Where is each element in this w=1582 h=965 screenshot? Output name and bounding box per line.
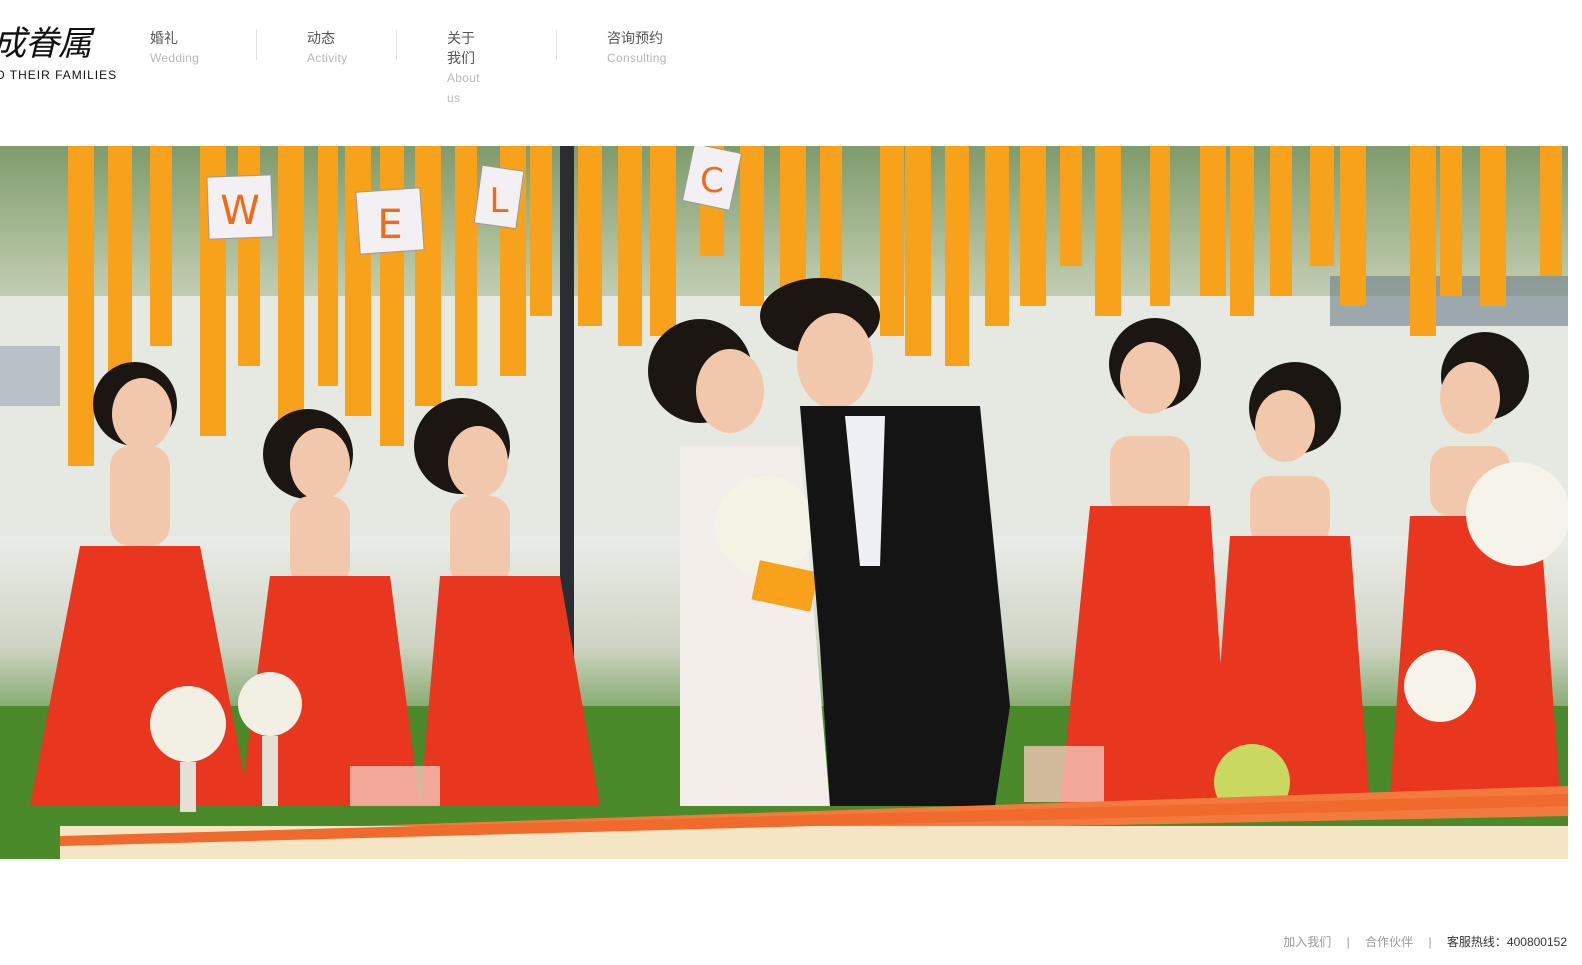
nav-item-about[interactable]: 关于我们 About us [447,28,480,105]
banner-letter: C [700,161,724,201]
footer-link-partners[interactable]: 合作伙伴 [1365,935,1413,949]
logo[interactable]: 成眷属 D THEIR FAMILIES [0,14,130,86]
nav-item-sublabel: Activity [307,51,348,65]
site-footer: 加入我们 | 合作伙伴 | 客服热线：400800152 [1283,933,1567,953]
logo-tagline: D THEIR FAMILIES [0,68,118,82]
footer-hotline: 客服热线：400800152 [1446,935,1567,949]
banner-letter: L [490,181,509,221]
banner-letter: W [220,188,260,234]
nav-divider [256,30,257,60]
nav-item-sublabel: Wedding [150,51,200,65]
nav-item-sublabel: Consulting [607,51,667,65]
nav-divider [556,30,557,60]
nav-item-wedding[interactable]: 婚礼 Wedding [150,28,199,72]
wedding-photo-illustration: W E L C [0,146,1568,859]
boat [0,346,60,406]
site-header: 成眷属 D THEIR FAMILIES 婚礼 Wedding 动态 Activ… [0,0,1582,140]
nav-item-label: 动态 [307,30,335,46]
nav-item-label: 婚礼 [150,30,178,46]
nav-item-activity[interactable]: 动态 Activity [307,28,347,72]
nav-item-consulting[interactable]: 咨询预约 Consulting [607,28,667,72]
nav-item-sublabel: About us [447,71,480,105]
hero-photo: W E L C [0,146,1568,859]
nav-item-label: 关于我们 [447,30,475,66]
banner-letter: E [377,202,402,248]
logo-mark: 成眷属 [0,24,92,64]
footer-link-join-us[interactable]: 加入我们 [1283,935,1331,949]
footer-divider: | [1428,934,1432,949]
nav-item-label: 咨询预约 [607,30,663,46]
nav-divider [396,30,397,60]
footer-divider: | [1346,934,1350,949]
